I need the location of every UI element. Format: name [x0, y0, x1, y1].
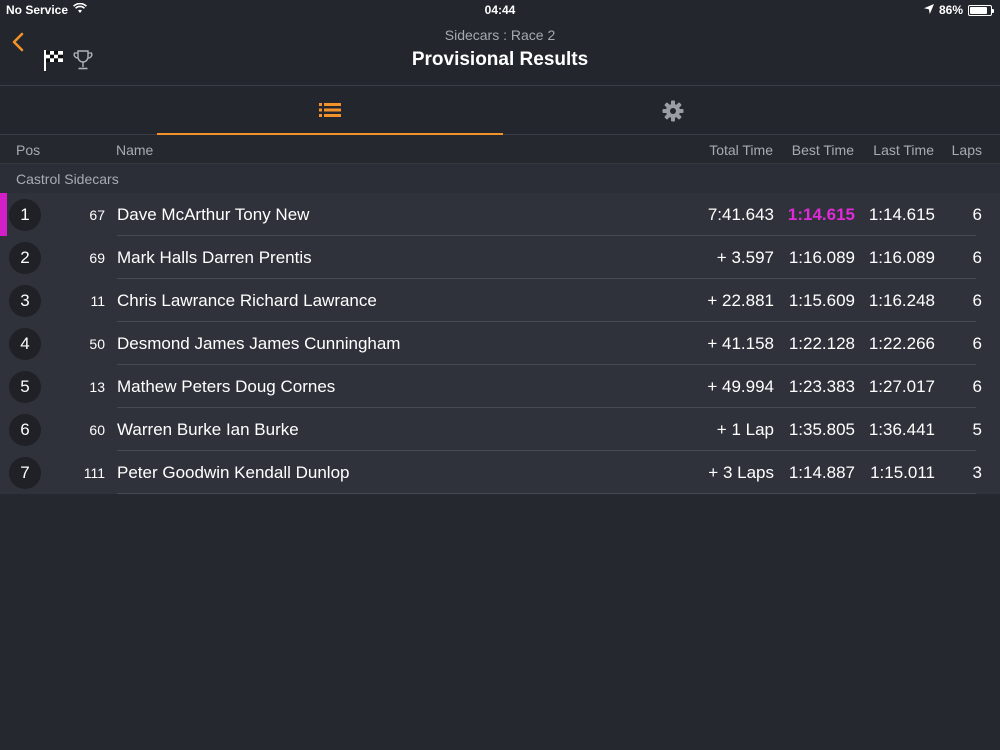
list-icon [319, 102, 341, 117]
rider-names: Warren Burke Ian Burke [117, 420, 299, 439]
rider-names: Chris Lawrance Richard Lawrance [117, 291, 377, 310]
total-time: + 1 Lap [716, 420, 774, 439]
table-row[interactable]: 3 11 Chris Lawrance Richard Lawrance + 2… [0, 279, 1000, 322]
race-number: 50 [89, 336, 105, 352]
tab-bar [0, 86, 1000, 135]
best-time: 1:35.805 [788, 420, 855, 439]
position-badge: 7 [9, 457, 41, 489]
class-group-label: Castrol Sidecars [16, 171, 119, 187]
col-pos: Pos [16, 142, 41, 158]
best-time: 1:15.609 [788, 291, 855, 310]
race-number: 13 [89, 379, 105, 395]
last-time: 1:27.017 [868, 377, 935, 396]
table-row[interactable]: 4 50 Desmond James James Cunningham + 41… [0, 322, 1000, 365]
position-badge: 2 [9, 242, 41, 274]
leader-marker [0, 193, 7, 236]
position-badge: 4 [9, 328, 41, 360]
table-row[interactable]: 6 60 Warren Burke Ian Burke + 1 Lap 1:35… [0, 408, 1000, 451]
best-time: 1:22.128 [788, 334, 855, 353]
last-time: 1:15.011 [870, 463, 935, 482]
tab-settings[interactable] [503, 86, 843, 135]
best-time: 1:14.615 [787, 205, 855, 224]
total-time: + 3.597 [716, 248, 774, 267]
race-subtitle: Sidecars : Race 2 [444, 27, 556, 43]
total-time: + 49.994 [707, 377, 774, 396]
location-icon [923, 3, 934, 17]
laps-count: 5 [972, 420, 982, 439]
battery-percent: 86% [938, 3, 963, 17]
best-time: 1:14.887 [788, 463, 855, 482]
total-time: + 22.881 [707, 291, 774, 310]
position-badge: 1 [9, 199, 41, 231]
status-time: 04:44 [484, 3, 516, 17]
battery-fill [970, 6, 988, 14]
position-badge: 5 [9, 371, 41, 403]
col-laps: Laps [951, 142, 982, 158]
table-row[interactable]: 7 111 Peter Goodwin Kendall Dunlop + 3 L… [0, 451, 1000, 494]
nav-header: Sidecars : Race 2 Provisional Results [0, 22, 1000, 86]
results-table: 1 67 Dave McArthur Tony New 7:41.643 1:1… [0, 193, 1000, 494]
laps-count: 6 [972, 377, 982, 396]
best-time: 1:16.089 [788, 248, 855, 267]
laps-count: 6 [972, 248, 982, 267]
rider-names: Peter Goodwin Kendall Dunlop [117, 463, 350, 482]
race-number: 60 [89, 422, 105, 438]
page-title: Provisional Results [411, 49, 589, 70]
total-time: + 41.158 [707, 334, 774, 353]
last-time: 1:36.441 [868, 420, 935, 439]
rider-names: Mark Halls Darren Prentis [117, 248, 312, 267]
table-row[interactable]: 5 13 Mathew Peters Doug Cornes + 49.994 … [0, 365, 1000, 408]
race-number: 11 [90, 293, 105, 309]
row-divider [117, 493, 976, 494]
battery-icon [968, 4, 994, 16]
laps-count: 6 [972, 291, 982, 310]
position-badge: 3 [9, 285, 41, 317]
col-name: Name [116, 142, 154, 158]
rider-names: Dave McArthur Tony New [117, 205, 310, 224]
best-time: 1:23.383 [788, 377, 855, 396]
laps-count: 6 [972, 334, 982, 353]
col-best-time: Best Time [791, 142, 854, 158]
position-badge: 6 [9, 414, 41, 446]
col-total-time: Total Time [709, 142, 773, 158]
table-row[interactable]: 2 69 Mark Halls Darren Prentis + 3.597 1… [0, 236, 1000, 279]
tab-results-list[interactable] [157, 86, 503, 135]
laps-count: 6 [972, 205, 982, 224]
race-number: 67 [89, 207, 105, 223]
last-time: 1:16.248 [868, 291, 935, 310]
total-time: 7:41.643 [707, 205, 774, 224]
total-time: + 3 Laps [708, 463, 774, 482]
class-group-header: Castrol Sidecars [0, 164, 1000, 193]
laps-count: 3 [972, 463, 982, 482]
last-time: 1:22.266 [868, 334, 935, 353]
status-bar: No Service 04:44 86% [0, 0, 1000, 22]
race-number: 69 [89, 250, 105, 266]
last-time: 1:16.089 [868, 248, 935, 267]
rider-names: Desmond James James Cunningham [117, 334, 401, 353]
race-number: 111 [83, 465, 105, 481]
rider-names: Mathew Peters Doug Cornes [117, 377, 336, 396]
last-time: 1:14.615 [868, 205, 935, 224]
column-headers: Pos Name Total Time Best Time Last Time … [0, 135, 1000, 164]
gear-icon [662, 100, 684, 121]
table-row[interactable]: 1 67 Dave McArthur Tony New 7:41.643 1:1… [0, 193, 1000, 236]
col-last-time: Last Time [873, 142, 934, 158]
status-right: 86% [923, 3, 994, 17]
